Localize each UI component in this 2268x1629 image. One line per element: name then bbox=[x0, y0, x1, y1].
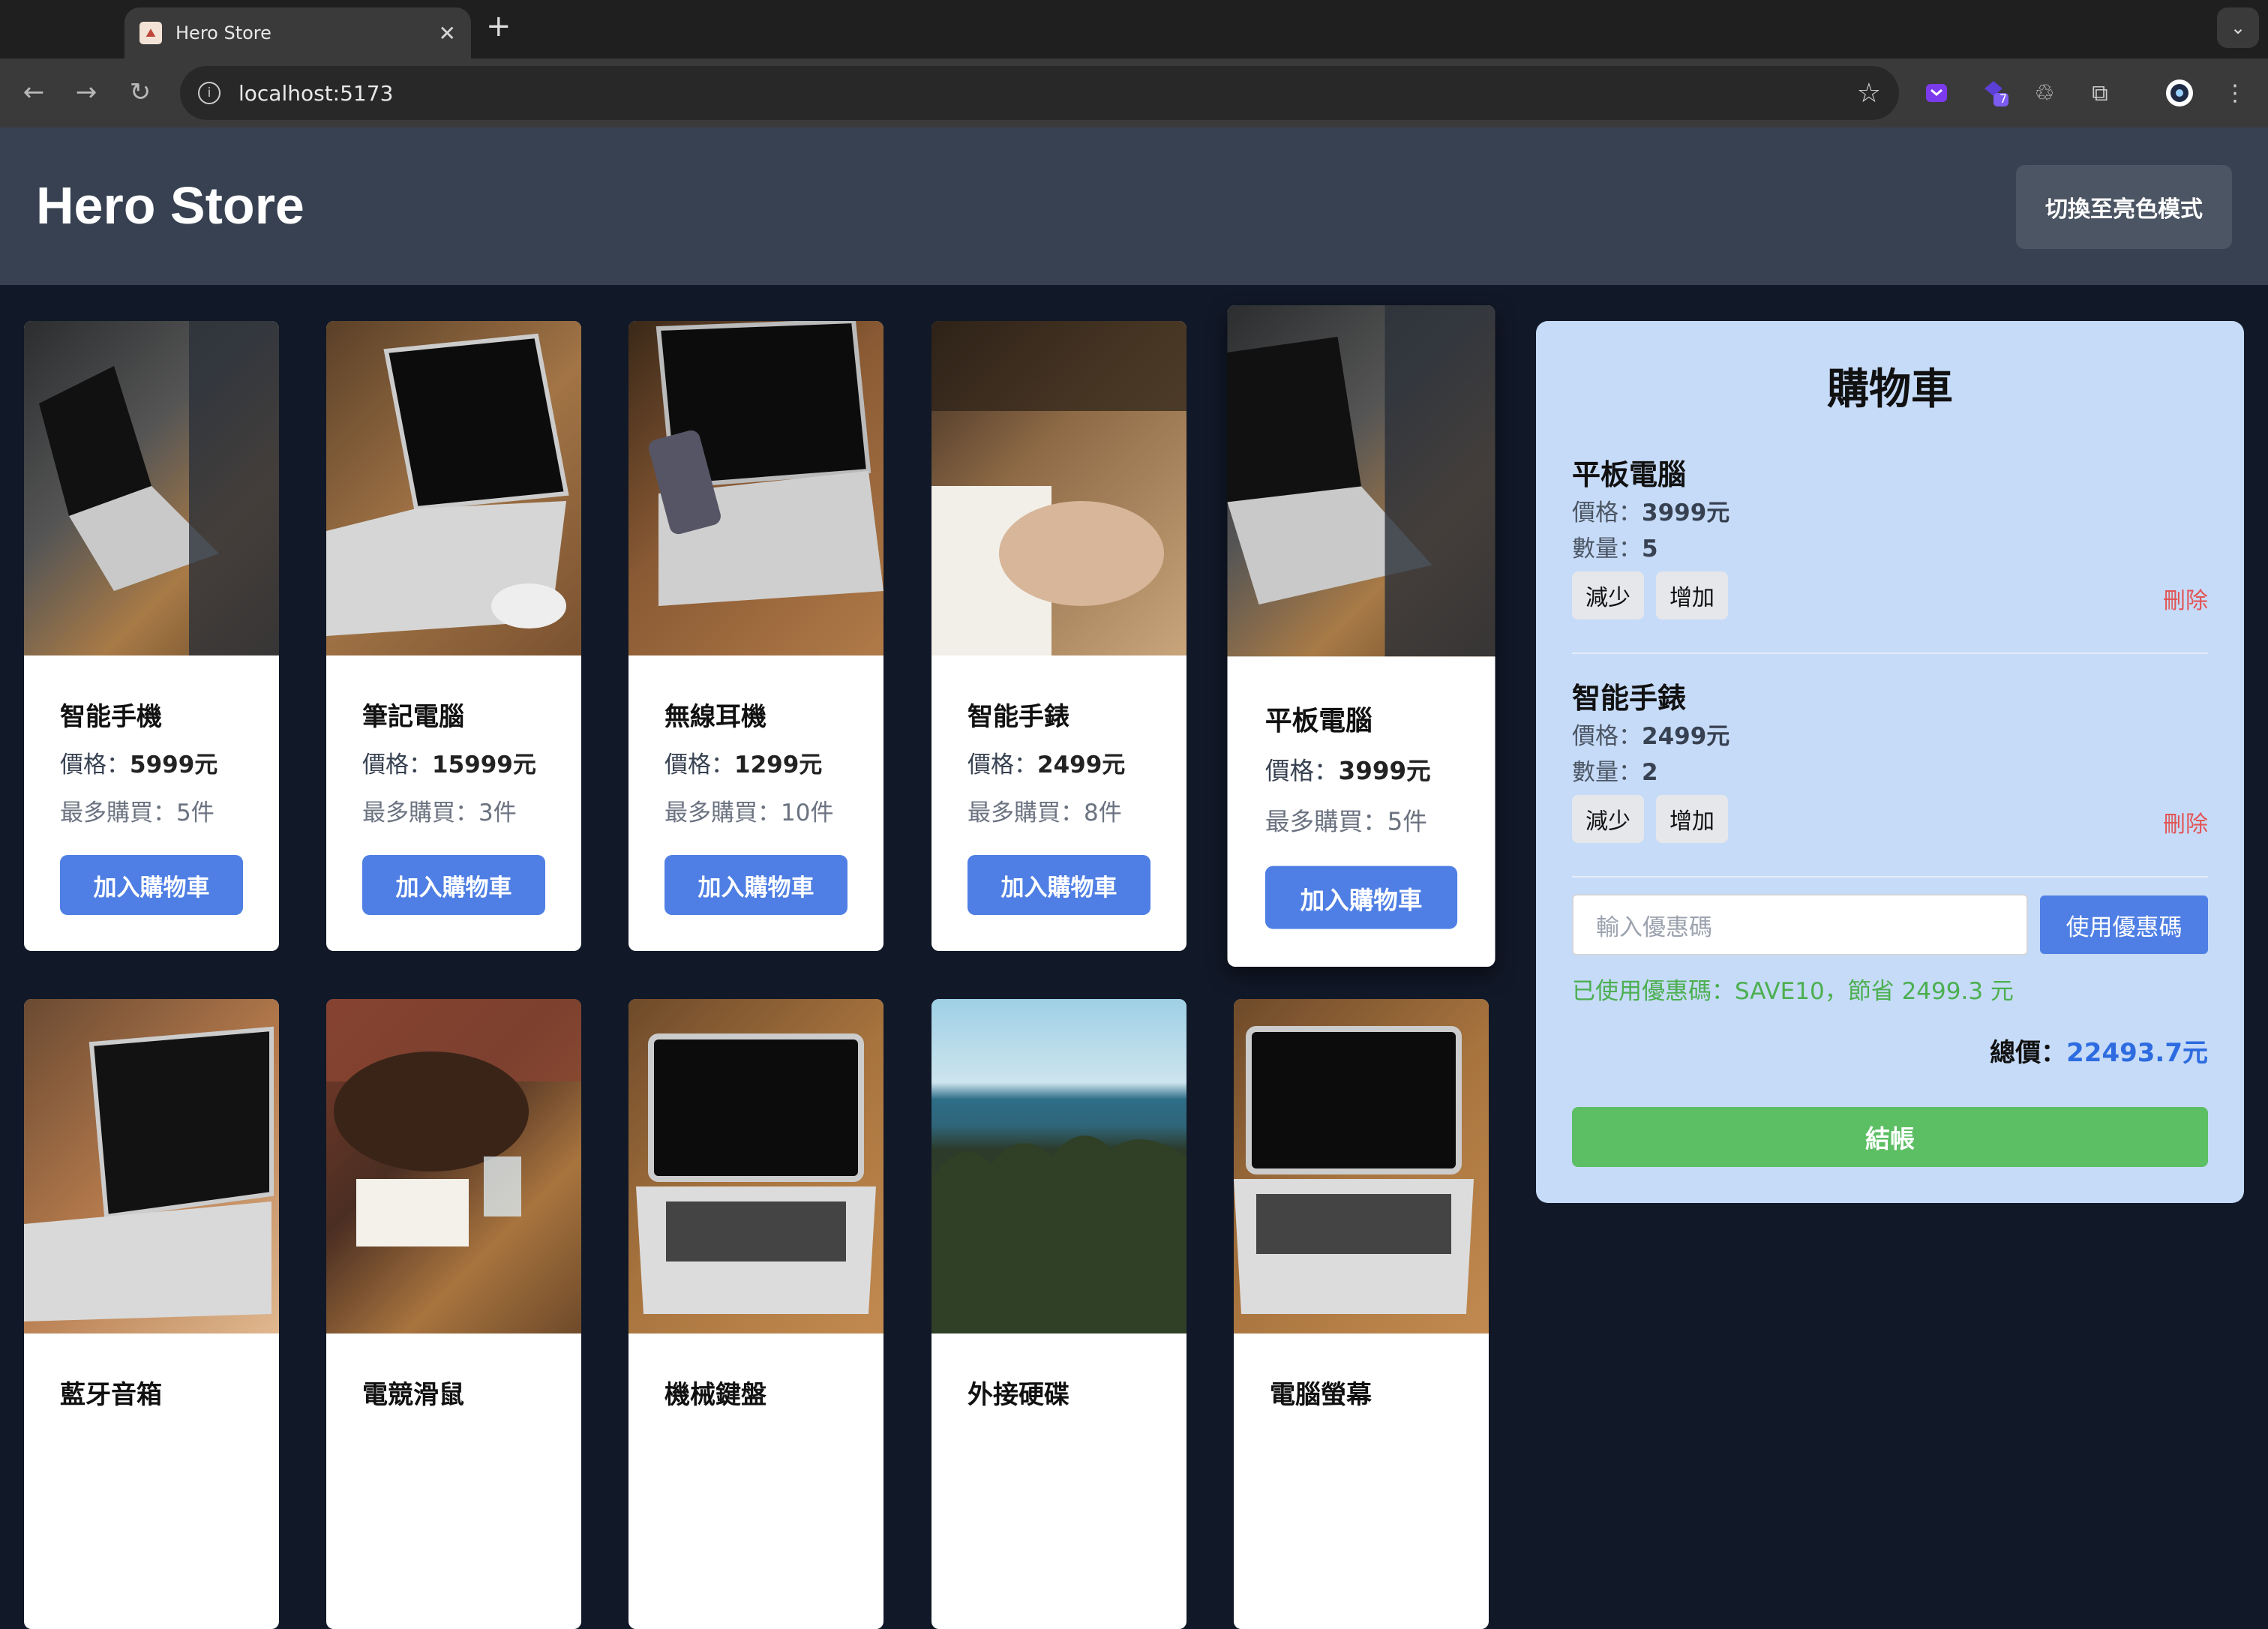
add-to-cart-button[interactable]: 加入購物車 bbox=[1264, 866, 1458, 929]
divider bbox=[1572, 652, 2208, 654]
product-price: 價格：5999元 bbox=[60, 752, 218, 778]
product-name: 外接硬碟 bbox=[968, 1380, 1070, 1410]
product-name: 智能手機 bbox=[60, 702, 162, 732]
product-max-qty: 最多購買：5件 bbox=[60, 800, 214, 826]
extension-purple-icon[interactable] bbox=[1917, 74, 1956, 112]
product-name: 藍牙音箱 bbox=[60, 1380, 162, 1410]
product-card: 智能手錶 價格：2499元 最多購買：8件 加入購物車 bbox=[932, 321, 1186, 951]
product-name: 智能手錶 bbox=[968, 702, 1070, 732]
new-tab-icon[interactable]: + bbox=[486, 9, 512, 44]
browser-toolbar: ← → ↻ i localhost:5173 ☆ 7 ♲ ⧉ ⋮ bbox=[0, 58, 2268, 128]
product-card: 藍牙音箱 bbox=[24, 999, 279, 1629]
shopping-cart-panel: 購物車 平板電腦 價格：3999元 數量：5 減少 增加 刪除 智能手錶 價格：… bbox=[1536, 321, 2244, 1203]
chevron-down-icon[interactable]: ⌄ bbox=[2217, 8, 2259, 48]
product-card: 電腦螢幕 bbox=[1234, 999, 1489, 1629]
kebab-menu-icon[interactable]: ⋮ bbox=[2216, 74, 2254, 112]
product-card: 無線耳機 價格：1299元 最多購買：10件 加入購物車 bbox=[628, 321, 884, 951]
product-max-qty: 最多購買：5件 bbox=[1264, 807, 1427, 836]
product-image bbox=[24, 999, 279, 1334]
site-info-icon[interactable]: i bbox=[198, 82, 220, 104]
cart-title: 購物車 bbox=[1827, 365, 1953, 414]
product-image bbox=[932, 321, 1186, 656]
extension-badge-icon[interactable]: 7 bbox=[1976, 74, 2014, 112]
app-header: Hero Store 切換至亮色模式 bbox=[0, 128, 2268, 285]
add-to-cart-button[interactable]: 加入購物車 bbox=[60, 855, 243, 915]
bookmark-star-icon[interactable]: ☆ bbox=[1857, 78, 1881, 109]
browser-tab-strip: ⛰ Hero Store ✕ + ⌄ bbox=[0, 0, 2268, 58]
app-title: Hero Store bbox=[36, 176, 304, 235]
back-arrow-icon[interactable]: ← bbox=[15, 74, 52, 111]
cart-item: 平板電腦 價格：3999元 數量：5 減少 增加 刪除 bbox=[1572, 452, 2208, 654]
product-max-qty: 最多購買：10件 bbox=[664, 800, 834, 826]
browser-tab[interactable]: ⛰ Hero Store ✕ bbox=[124, 8, 471, 58]
product-name: 筆記電腦 bbox=[362, 702, 464, 732]
product-card: 機械鍵盤 bbox=[628, 999, 884, 1629]
product-card-highlighted: 平板電腦 價格：3999元 最多購買：5件 加入購物車 bbox=[1227, 305, 1496, 968]
increase-qty-button[interactable]: 增加 bbox=[1656, 572, 1728, 620]
product-card: 電競滑鼠 bbox=[326, 999, 581, 1629]
product-price: 價格：1299元 bbox=[664, 752, 823, 778]
product-image bbox=[628, 321, 884, 656]
cart-item: 智能手錶 價格：2499元 數量：2 減少 增加 刪除 bbox=[1572, 675, 2208, 878]
cart-item-name: 智能手錶 bbox=[1572, 682, 1687, 715]
recycle-icon[interactable]: ♲ bbox=[2025, 74, 2064, 112]
coupon-applied-message: 已使用優惠碼：SAVE10，節省 2499.3 元 bbox=[1572, 978, 2014, 1005]
profile-avatar-icon[interactable] bbox=[2160, 74, 2199, 112]
product-price: 價格：15999元 bbox=[362, 752, 536, 778]
product-name: 電競滑鼠 bbox=[362, 1380, 464, 1410]
decrease-qty-button[interactable]: 減少 bbox=[1572, 795, 1644, 843]
product-price: 價格：3999元 bbox=[1264, 757, 1431, 786]
url-text[interactable]: localhost:5173 bbox=[238, 81, 1857, 106]
product-card: 筆記電腦 價格：15999元 最多購買：3件 加入購物車 bbox=[326, 321, 581, 951]
mountain-icon: ⛰ bbox=[140, 22, 162, 44]
product-name: 機械鍵盤 bbox=[664, 1380, 766, 1410]
add-to-cart-button[interactable]: 加入購物車 bbox=[664, 855, 848, 915]
cart-item-qty: 數量：5 bbox=[1572, 536, 1658, 562]
puzzle-extensions-icon[interactable]: ⧉ bbox=[2080, 74, 2120, 112]
cart-item-name: 平板電腦 bbox=[1572, 458, 1687, 491]
apply-coupon-button[interactable]: 使用優惠碼 bbox=[2040, 896, 2208, 954]
checkout-button[interactable]: 結帳 bbox=[1572, 1107, 2208, 1167]
product-image bbox=[932, 999, 1186, 1334]
extension-badge-count: 7 bbox=[2000, 92, 2008, 106]
product-image bbox=[1234, 999, 1489, 1334]
increase-qty-button[interactable]: 增加 bbox=[1656, 795, 1728, 843]
product-image bbox=[1227, 305, 1496, 657]
cart-item-price: 價格：2499元 bbox=[1572, 723, 1730, 750]
close-tab-icon[interactable]: ✕ bbox=[439, 21, 456, 46]
tab-title: Hero Store bbox=[176, 22, 272, 44]
cart-item-qty: 數量：2 bbox=[1572, 759, 1658, 786]
divider bbox=[1572, 876, 2208, 878]
product-name: 無線耳機 bbox=[664, 702, 766, 732]
product-image bbox=[326, 999, 581, 1334]
decrease-qty-button[interactable]: 減少 bbox=[1572, 572, 1644, 620]
address-bar[interactable]: i localhost:5173 ☆ bbox=[180, 66, 1899, 120]
product-name: 電腦螢幕 bbox=[1270, 1380, 1372, 1410]
toggle-theme-button[interactable]: 切換至亮色模式 bbox=[2016, 165, 2232, 249]
product-name: 平板電腦 bbox=[1264, 705, 1372, 737]
cart-item-price: 價格：3999元 bbox=[1572, 500, 1730, 526]
product-max-qty: 最多購買：3件 bbox=[362, 800, 517, 826]
product-card: 外接硬碟 bbox=[932, 999, 1186, 1629]
remove-item-button[interactable]: 刪除 bbox=[2163, 582, 2208, 615]
product-image bbox=[326, 321, 581, 656]
remove-item-button[interactable]: 刪除 bbox=[2163, 806, 2208, 838]
cart-total: 總價：22493.7元 bbox=[1990, 1038, 2208, 1068]
coupon-input[interactable]: 輸入優惠碼 bbox=[1572, 894, 2028, 956]
add-to-cart-button[interactable]: 加入購物車 bbox=[362, 855, 545, 915]
forward-arrow-icon[interactable]: → bbox=[68, 74, 105, 111]
product-image bbox=[628, 999, 884, 1334]
product-price: 價格：2499元 bbox=[968, 752, 1126, 778]
product-card: 智能手機 價格：5999元 最多購買：5件 加入購物車 bbox=[24, 321, 279, 951]
add-to-cart-button[interactable]: 加入購物車 bbox=[968, 855, 1150, 915]
product-image bbox=[24, 321, 279, 656]
reload-icon[interactable]: ↻ bbox=[122, 74, 159, 111]
product-max-qty: 最多購買：8件 bbox=[968, 800, 1122, 826]
